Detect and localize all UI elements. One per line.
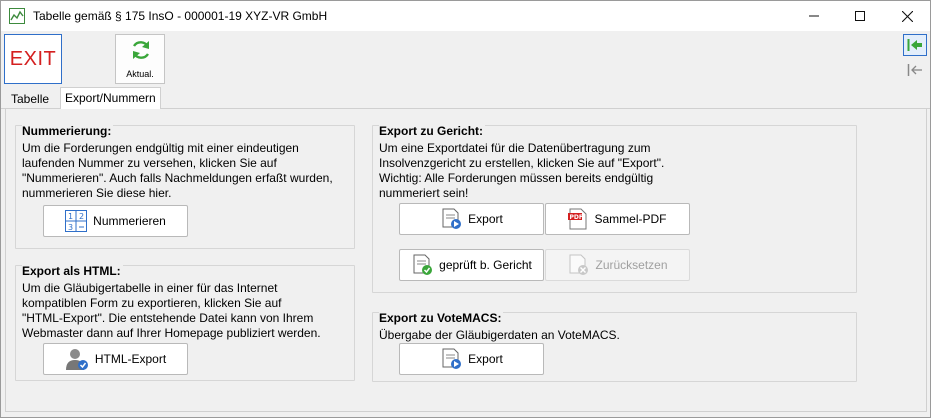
- svg-text:1: 1: [68, 212, 73, 221]
- refresh-icon: [132, 41, 150, 59]
- document-cancel-icon: [567, 254, 589, 276]
- main-window: Tabelle gemäß § 175 InsO - 000001-19 XYZ…: [0, 0, 931, 418]
- group-export-votemacs: Export zu VoteMACS: Übergabe der Gläubig…: [372, 311, 857, 382]
- maximize-icon: [855, 11, 865, 21]
- refresh-button[interactable]: Aktual.: [115, 34, 165, 84]
- sammel-pdf-button[interactable]: PDF Sammel-PDF: [545, 203, 690, 235]
- group-title: Export als HTML:: [22, 264, 123, 278]
- pdf-file-icon: PDF: [568, 208, 588, 230]
- app-chart-icon: [9, 8, 25, 24]
- group-title: Export zu VoteMACS:: [379, 311, 504, 325]
- close-icon: [901, 10, 913, 22]
- geprueft-button[interactable]: geprüft b. Gericht: [399, 249, 544, 281]
- export-votemacs-button[interactable]: Export: [399, 343, 544, 375]
- sammel-pdf-label: Sammel-PDF: [594, 212, 667, 226]
- export-document-icon: [440, 208, 462, 230]
- group-description: Um die Gläubigertabelle in einer für das…: [22, 281, 321, 340]
- document-check-icon: [411, 254, 433, 276]
- svg-text:2: 2: [79, 212, 84, 221]
- window-title: Tabelle gemäß § 175 InsO - 000001-19 XYZ…: [33, 9, 328, 23]
- group-title: Nummerierung:: [22, 124, 114, 138]
- tab-bar: Tabelle Export/Nummern: [1, 87, 930, 109]
- close-button[interactable]: [884, 1, 930, 31]
- group-nummerierung: Nummerierung: Um die Forderungen endgült…: [15, 124, 355, 249]
- minimize-icon: [809, 15, 819, 17]
- html-export-button[interactable]: HTML-Export: [43, 343, 188, 375]
- nummerieren-button[interactable]: 1 2 3 Nummerieren: [43, 205, 188, 237]
- zuruecksetzen-button[interactable]: Zurücksetzen: [545, 249, 690, 281]
- tab-content: Nummerierung: Um die Forderungen endgült…: [5, 109, 927, 412]
- export-gericht-button[interactable]: Export: [399, 203, 544, 235]
- export-document-icon: [440, 348, 462, 370]
- exit-button[interactable]: EXIT: [4, 34, 62, 84]
- toolbar: EXIT Aktual.: [1, 31, 930, 86]
- svg-text:3: 3: [68, 223, 73, 232]
- maximize-button[interactable]: [837, 1, 883, 31]
- zuruecksetzen-label: Zurücksetzen: [595, 258, 668, 272]
- tab-export-nummern[interactable]: Export/Nummern: [60, 87, 161, 109]
- html-export-label: HTML-Export: [94, 352, 167, 366]
- group-description: Um eine Exportdatei für die Datenübertra…: [379, 141, 665, 200]
- tab-tabelle[interactable]: Tabelle: [7, 89, 53, 109]
- user-check-icon: [65, 347, 89, 371]
- group-description: Um die Forderungen endgültig mit einer e…: [22, 141, 333, 200]
- arrow-to-left-icon: [907, 39, 922, 51]
- group-title: Export zu Gericht:: [379, 124, 486, 138]
- group-description: Übergabe der Gläubigerdaten an VoteMACS.: [379, 328, 620, 342]
- exit-label: EXIT: [9, 47, 57, 70]
- nummerieren-label: Nummerieren: [93, 214, 166, 228]
- title-bar: Tabelle gemäß § 175 InsO - 000001-19 XYZ…: [1, 1, 930, 31]
- group-export-html: Export als HTML: Um die Gläubigertabelle…: [15, 264, 355, 381]
- dock-left-button[interactable]: [903, 34, 927, 56]
- status-strip: [1, 413, 930, 417]
- refresh-label: Aktual.: [126, 69, 154, 79]
- export-votemacs-label: Export: [468, 352, 503, 366]
- minimize-button[interactable]: [791, 1, 837, 31]
- collapse-left-button[interactable]: [903, 59, 927, 81]
- svg-text:PDF: PDF: [570, 214, 583, 221]
- group-export-gericht: Export zu Gericht: Um eine Exportdatei f…: [372, 124, 857, 293]
- export-gericht-label: Export: [468, 212, 503, 226]
- arrow-left-gray-icon: [907, 64, 922, 76]
- geprueft-label: geprüft b. Gericht: [439, 258, 532, 272]
- numbering-grid-icon: 1 2 3: [65, 210, 88, 232]
